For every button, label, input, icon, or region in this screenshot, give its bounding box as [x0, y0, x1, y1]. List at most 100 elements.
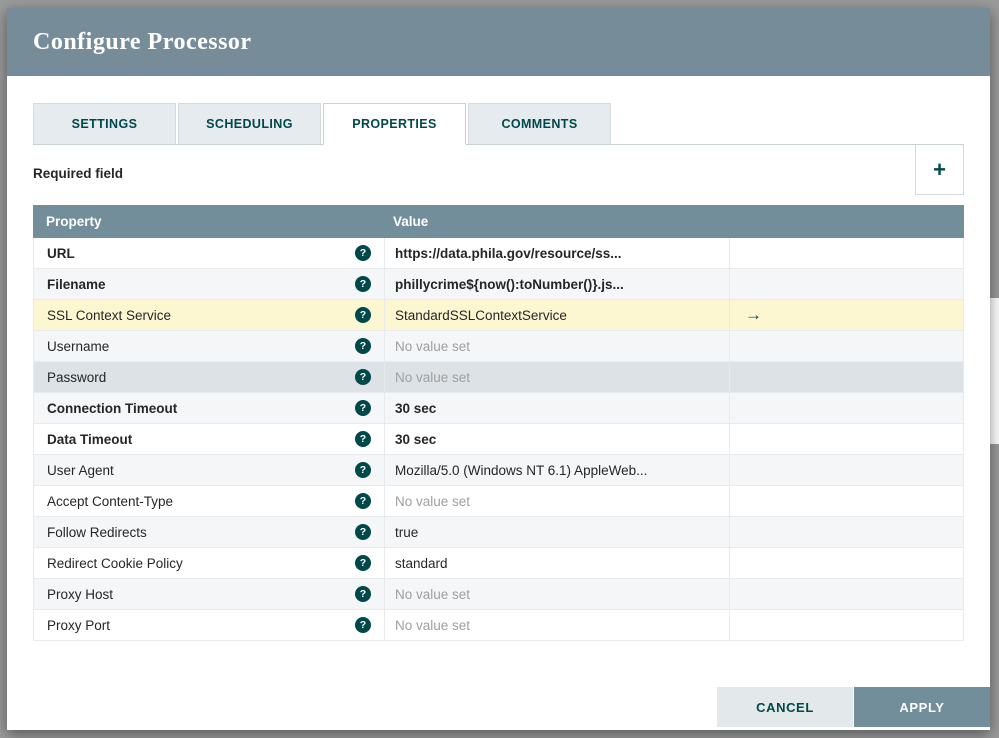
property-name-cell: Proxy Port?: [34, 610, 384, 640]
property-value[interactable]: Mozilla/5.0 (Windows NT 6.1) AppleWeb...: [384, 455, 729, 485]
row-extra-cell: [729, 362, 963, 392]
help-icon[interactable]: ?: [355, 400, 371, 416]
property-name: Proxy Port: [47, 618, 110, 633]
help-icon[interactable]: ?: [355, 586, 371, 602]
row-extra-cell: [729, 331, 963, 361]
column-header-property: Property: [33, 214, 383, 229]
property-name: Password: [47, 370, 106, 385]
property-name-cell: Data Timeout?: [34, 424, 384, 454]
property-value[interactable]: phillycrime${now():toNumber()}.js...: [384, 269, 729, 299]
property-row[interactable]: Connection Timeout?30 sec: [34, 393, 963, 424]
property-row[interactable]: Redirect Cookie Policy?standard: [34, 548, 963, 579]
add-property-button[interactable]: +: [915, 145, 964, 195]
row-extra-cell: [729, 238, 963, 268]
property-row[interactable]: Password?No value set: [34, 362, 963, 393]
property-name: Accept Content-Type: [47, 494, 173, 509]
dialog-title: Configure Processor: [33, 29, 252, 56]
property-value[interactable]: No value set: [384, 579, 729, 609]
go-to-service-cell: →: [729, 300, 963, 330]
property-name-cell: Proxy Host?: [34, 579, 384, 609]
property-row[interactable]: URL?https://data.phila.gov/resource/ss..…: [34, 238, 963, 269]
row-extra-cell: [729, 455, 963, 485]
property-value[interactable]: No value set: [384, 362, 729, 392]
property-value[interactable]: 30 sec: [384, 424, 729, 454]
property-row[interactable]: Proxy Port?No value set: [34, 610, 963, 641]
column-header-value: Value: [383, 214, 730, 229]
property-value[interactable]: standard: [384, 548, 729, 578]
row-extra-cell: [729, 424, 963, 454]
dialog-footer: CANCEL APPLY: [717, 687, 990, 727]
property-name-cell: SSL Context Service?: [34, 300, 384, 330]
row-extra-cell: [729, 579, 963, 609]
properties-table-body: URL?https://data.phila.gov/resource/ss..…: [33, 238, 964, 641]
property-name-cell: Filename?: [34, 269, 384, 299]
property-row[interactable]: Proxy Host?No value set: [34, 579, 963, 610]
property-name-cell: Accept Content-Type?: [34, 486, 384, 516]
property-name: Proxy Host: [47, 587, 113, 602]
property-value[interactable]: No value set: [384, 486, 729, 516]
cancel-button[interactable]: CANCEL: [717, 687, 853, 727]
property-name: Connection Timeout: [47, 401, 177, 416]
configure-processor-dialog: Configure Processor SETTINGS SCHEDULING …: [7, 8, 990, 730]
help-icon[interactable]: ?: [355, 524, 371, 540]
go-to-service-arrow-icon[interactable]: →: [730, 305, 762, 325]
properties-table: Property Value URL?https://data.phila.go…: [33, 205, 964, 641]
property-value[interactable]: No value set: [384, 331, 729, 361]
help-icon[interactable]: ?: [355, 493, 371, 509]
row-extra-cell: [729, 548, 963, 578]
plus-icon: +: [933, 157, 946, 182]
help-icon[interactable]: ?: [355, 617, 371, 633]
help-icon[interactable]: ?: [355, 369, 371, 385]
row-extra-cell: [729, 486, 963, 516]
properties-table-header: Property Value: [33, 205, 964, 238]
property-name: Username: [47, 339, 109, 354]
row-extra-cell: [729, 269, 963, 299]
tab-properties[interactable]: PROPERTIES: [323, 103, 466, 145]
property-name-cell: Follow Redirects?: [34, 517, 384, 547]
property-row[interactable]: Filename?phillycrime${now():toNumber()}.…: [34, 269, 963, 300]
property-value[interactable]: No value set: [384, 610, 729, 640]
property-row[interactable]: SSL Context Service?StandardSSLContextSe…: [34, 300, 963, 331]
row-extra-cell: [729, 517, 963, 547]
help-icon[interactable]: ?: [355, 555, 371, 571]
help-icon[interactable]: ?: [355, 245, 371, 261]
property-name-cell: User Agent?: [34, 455, 384, 485]
property-name-cell: URL?: [34, 238, 384, 268]
property-value[interactable]: true: [384, 517, 729, 547]
property-value[interactable]: https://data.phila.gov/resource/ss...: [384, 238, 729, 268]
dialog-content: SETTINGS SCHEDULING PROPERTIES COMMENTS …: [7, 76, 990, 730]
help-icon[interactable]: ?: [355, 431, 371, 447]
tab-comments[interactable]: COMMENTS: [468, 103, 611, 144]
property-name: User Agent: [47, 463, 114, 478]
property-name-cell: Username?: [34, 331, 384, 361]
property-name: SSL Context Service: [47, 308, 171, 323]
property-value[interactable]: 30 sec: [384, 393, 729, 423]
property-row[interactable]: User Agent?Mozilla/5.0 (Windows NT 6.1) …: [34, 455, 963, 486]
property-name: URL: [47, 246, 75, 261]
property-name: Follow Redirects: [47, 525, 147, 540]
tab-settings[interactable]: SETTINGS: [33, 103, 176, 144]
apply-button[interactable]: APPLY: [854, 687, 990, 727]
property-name: Redirect Cookie Policy: [47, 556, 183, 571]
property-name: Data Timeout: [47, 432, 132, 447]
property-name-cell: Password?: [34, 362, 384, 392]
help-icon[interactable]: ?: [355, 338, 371, 354]
row-extra-cell: [729, 610, 963, 640]
row-extra-cell: [729, 393, 963, 423]
property-row[interactable]: Accept Content-Type?No value set: [34, 486, 963, 517]
dialog-header: Configure Processor: [7, 8, 990, 76]
help-icon[interactable]: ?: [355, 276, 371, 292]
property-row[interactable]: Follow Redirects?true: [34, 517, 963, 548]
help-icon[interactable]: ?: [355, 307, 371, 323]
property-row[interactable]: Username?No value set: [34, 331, 963, 362]
property-name: Filename: [47, 277, 106, 292]
property-row[interactable]: Data Timeout?30 sec: [34, 424, 963, 455]
property-name-cell: Redirect Cookie Policy?: [34, 548, 384, 578]
help-icon[interactable]: ?: [355, 462, 371, 478]
tab-bar: SETTINGS SCHEDULING PROPERTIES COMMENTS: [33, 103, 964, 145]
tab-scheduling[interactable]: SCHEDULING: [178, 103, 321, 144]
required-field-label: Required field: [33, 145, 123, 195]
required-field-bar: Required field +: [33, 145, 964, 195]
property-name-cell: Connection Timeout?: [34, 393, 384, 423]
property-value[interactable]: StandardSSLContextService: [384, 300, 729, 330]
